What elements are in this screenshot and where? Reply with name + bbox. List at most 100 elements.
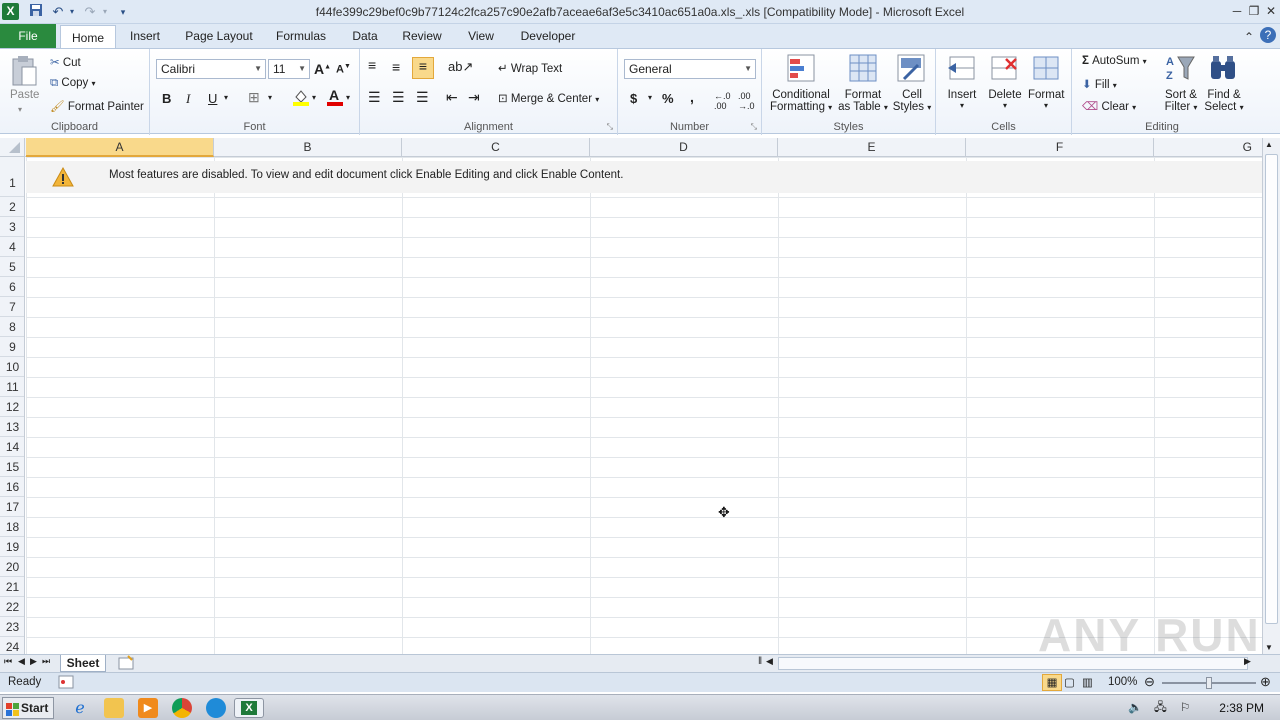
undo-dropdown-icon[interactable]: ▾ <box>63 3 81 21</box>
network-icon[interactable]: 🖧 <box>1154 700 1167 719</box>
macro-record-icon[interactable] <box>58 675 74 692</box>
wrap-text-button[interactable]: ↵ Wrap Text <box>498 61 562 75</box>
minimize-ribbon-icon[interactable]: ⌃ <box>1240 28 1258 46</box>
row-header[interactable]: 10 <box>0 357 24 377</box>
close-icon[interactable]: ✕ <box>1262 2 1280 20</box>
tab-review[interactable]: Review <box>398 24 446 48</box>
tab-formulas[interactable]: Formulas <box>272 24 330 48</box>
paste-icon[interactable] <box>10 55 40 86</box>
row-header[interactable]: 5 <box>0 257 24 277</box>
merge-center-button[interactable]: ⊡ Merge & Center ▾ <box>498 91 599 105</box>
underline-button[interactable]: U <box>208 91 217 106</box>
percent-button[interactable]: % <box>662 91 674 106</box>
paste-button[interactable]: Paste <box>10 89 39 101</box>
font-color-dropdown-icon[interactable]: ▾ <box>346 93 350 102</box>
copy-button[interactable]: ⧉ Copy ▾ <box>50 77 96 90</box>
fill-button[interactable]: ⬇ Fill ▾ <box>1082 77 1117 91</box>
bold-button[interactable]: B <box>162 91 171 106</box>
tab-insert[interactable]: Insert <box>124 24 166 48</box>
tab-file[interactable]: File <box>0 24 56 48</box>
format-as-table-button[interactable]: Format as Table ▾ <box>836 89 890 113</box>
minimize-icon[interactable]: ─ <box>1228 2 1246 20</box>
column-header-d[interactable]: D <box>590 138 778 157</box>
scroll-down-icon[interactable]: ▼ <box>1265 643 1273 652</box>
zoom-slider-thumb[interactable] <box>1206 677 1212 689</box>
row-header[interactable]: 7 <box>0 297 24 317</box>
tab-view[interactable]: View <box>462 24 500 48</box>
comma-button[interactable]: , <box>690 89 694 105</box>
italic-button[interactable]: I <box>186 91 190 107</box>
row-header[interactable]: 6 <box>0 277 24 297</box>
align-bottom-icon[interactable]: ≡ <box>412 57 434 79</box>
column-header-g[interactable]: G <box>1154 138 1262 157</box>
align-top-icon[interactable]: ≡ <box>368 57 376 73</box>
cut-button[interactable]: ✂ Cut <box>50 55 81 69</box>
row-header[interactable]: 21 <box>0 577 24 597</box>
volume-icon[interactable]: 🔈 <box>1128 700 1142 714</box>
customize-qat-icon[interactable]: ▾ <box>114 3 132 21</box>
row-header[interactable]: 8 <box>0 317 24 337</box>
zoom-out-icon[interactable]: ⊖ <box>1144 674 1155 690</box>
help-icon[interactable]: ? <box>1260 27 1276 43</box>
increase-indent-icon[interactable]: ⇥ <box>468 89 480 106</box>
column-header-c[interactable]: C <box>402 138 590 157</box>
row-header[interactable]: 11 <box>0 377 24 397</box>
next-sheet-icon[interactable]: ▶ <box>30 656 37 667</box>
row-header[interactable]: 4 <box>0 237 24 257</box>
insert-cells-button[interactable]: Insert ▾ <box>946 89 978 110</box>
row-header[interactable]: 9 <box>0 337 24 357</box>
sheet-tab[interactable]: Sheet <box>60 655 106 672</box>
row-header[interactable]: 15 <box>0 457 24 477</box>
delete-cells-button[interactable]: Delete ▾ <box>988 89 1022 110</box>
cell-styles-button[interactable]: Cell Styles ▾ <box>892 89 932 113</box>
last-sheet-icon[interactable]: ⏭ <box>42 656 50 667</box>
align-middle-icon[interactable]: ≡ <box>392 59 400 75</box>
tab-page-layout[interactable]: Page Layout <box>182 24 256 48</box>
row-header[interactable]: 13 <box>0 417 24 437</box>
font-color-icon[interactable]: A <box>326 87 344 110</box>
tab-data[interactable]: Data <box>346 24 384 48</box>
page-layout-view-icon[interactable]: ▢ <box>1064 675 1075 689</box>
first-sheet-icon[interactable]: ⏮ <box>4 656 12 667</box>
save-icon[interactable] <box>27 3 45 21</box>
sort-filter-button[interactable]: Sort & Filter ▾ <box>1160 89 1202 113</box>
row-header[interactable]: 17 <box>0 497 24 517</box>
decrease-decimal-icon[interactable]: .00 →.0 <box>738 91 755 111</box>
media-player-icon[interactable]: ▶ <box>138 698 158 718</box>
zoom-level[interactable]: 100% <box>1108 676 1137 688</box>
row-header[interactable]: 14 <box>0 437 24 457</box>
prev-sheet-icon[interactable]: ◀ <box>18 656 25 667</box>
scroll-left-icon[interactable]: ◀ <box>766 656 773 667</box>
currency-button[interactable]: $ <box>630 91 637 106</box>
clear-button[interactable]: ⌫ Clear ▾ <box>1082 99 1136 113</box>
edge-icon[interactable] <box>206 698 226 718</box>
chrome-icon[interactable] <box>172 698 192 718</box>
row-header[interactable]: 1 <box>0 157 24 197</box>
font-size-select[interactable]: 11 ▼ <box>268 59 310 79</box>
fill-color-icon[interactable] <box>292 88 310 109</box>
find-select-button[interactable]: Find & Select ▾ <box>1202 89 1246 113</box>
excel-logo-icon[interactable]: X <box>2 3 19 20</box>
format-cells-button[interactable]: Format ▾ <box>1028 89 1064 110</box>
format-painter-button[interactable]: 🖌 Format Painter <box>50 99 144 113</box>
dialog-launcher-icon[interactable]: ⤡ <box>751 122 757 132</box>
row-header[interactable]: 12 <box>0 397 24 417</box>
align-left-icon[interactable]: ☰ <box>368 89 381 106</box>
zoom-in-icon[interactable]: ⊕ <box>1260 674 1271 690</box>
taskbar-clock[interactable]: 2:38 PM <box>1219 701 1264 715</box>
row-header[interactable]: 19 <box>0 537 24 557</box>
excel-taskbar-icon[interactable]: X <box>234 698 264 718</box>
shrink-font-icon[interactable]: A▼ <box>336 63 351 76</box>
start-button[interactable]: Start <box>2 697 54 719</box>
row-header[interactable]: 2 <box>0 197 24 217</box>
font-name-select[interactable]: Calibri ▼ <box>156 59 266 79</box>
explorer-folder-icon[interactable] <box>104 698 124 718</box>
scroll-up-icon[interactable]: ▲ <box>1265 140 1273 149</box>
row-header[interactable]: 23 <box>0 617 24 637</box>
conditional-formatting-button[interactable]: Conditional Formatting ▾ <box>770 89 832 113</box>
column-header-e[interactable]: E <box>778 138 966 157</box>
cell-grid[interactable]: Most features are disabled. To view and … <box>26 157 1262 654</box>
row-header[interactable]: 20 <box>0 557 24 577</box>
select-all-corner[interactable] <box>0 138 25 157</box>
tab-home[interactable]: Home <box>60 25 116 48</box>
